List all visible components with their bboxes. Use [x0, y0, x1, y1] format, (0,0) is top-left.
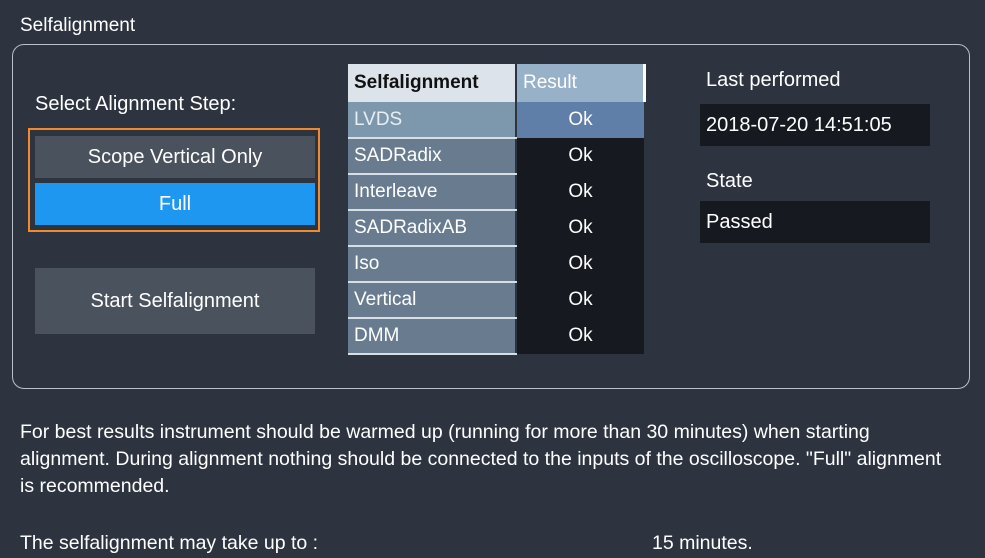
row-name: Vertical: [348, 282, 516, 319]
select-step-label: Select Alignment Step:: [35, 93, 237, 115]
row-name: Interleave: [348, 174, 516, 211]
start-selfalignment-button[interactable]: Start Selfalignment: [35, 268, 315, 334]
row-result: Ok: [515, 102, 644, 138]
table-row[interactable]: SADRadix Ok: [348, 138, 644, 175]
row-result: Ok: [515, 138, 644, 174]
state-label: State: [706, 170, 753, 192]
state-value: Passed: [700, 201, 930, 243]
row-name: SADRadix: [348, 138, 516, 175]
table-row[interactable]: Vertical Ok: [348, 282, 644, 319]
row-name: Iso: [348, 246, 516, 283]
row-name: LVDS: [348, 102, 516, 139]
last-performed-value: 2018-07-20 14:51:05: [700, 104, 930, 146]
table-row[interactable]: Interleave Ok: [348, 174, 644, 211]
last-performed-label: Last performed: [706, 69, 841, 91]
duration-value: 15 minutes.: [652, 532, 753, 554]
column-header-selfalignment[interactable]: Selfalignment: [348, 64, 516, 102]
table-row[interactable]: Iso Ok: [348, 246, 644, 283]
row-result: Ok: [515, 282, 644, 318]
row-name: DMM: [348, 318, 516, 355]
row-result: Ok: [515, 210, 644, 246]
table-row[interactable]: LVDS Ok: [348, 102, 644, 139]
table-header-row: Selfalignment Result: [348, 64, 646, 102]
column-header-result[interactable]: Result: [515, 64, 646, 102]
results-table: Selfalignment Result LVDS Ok SADRadix Ok…: [348, 64, 646, 355]
row-name: SADRadixAB: [348, 210, 516, 247]
full-button[interactable]: Full: [35, 183, 315, 225]
table-row[interactable]: DMM Ok: [348, 318, 644, 355]
duration-label: The selfalignment may take up to :: [20, 532, 319, 554]
warmup-info-text: For best results instrument should be wa…: [20, 421, 942, 497]
table-row[interactable]: SADRadixAB Ok: [348, 210, 644, 247]
tab-title[interactable]: Selfalignment: [20, 15, 135, 37]
scope-vertical-only-button[interactable]: Scope Vertical Only: [35, 136, 315, 178]
row-result: Ok: [515, 174, 644, 210]
row-result: Ok: [515, 318, 644, 354]
row-result: Ok: [515, 246, 644, 282]
